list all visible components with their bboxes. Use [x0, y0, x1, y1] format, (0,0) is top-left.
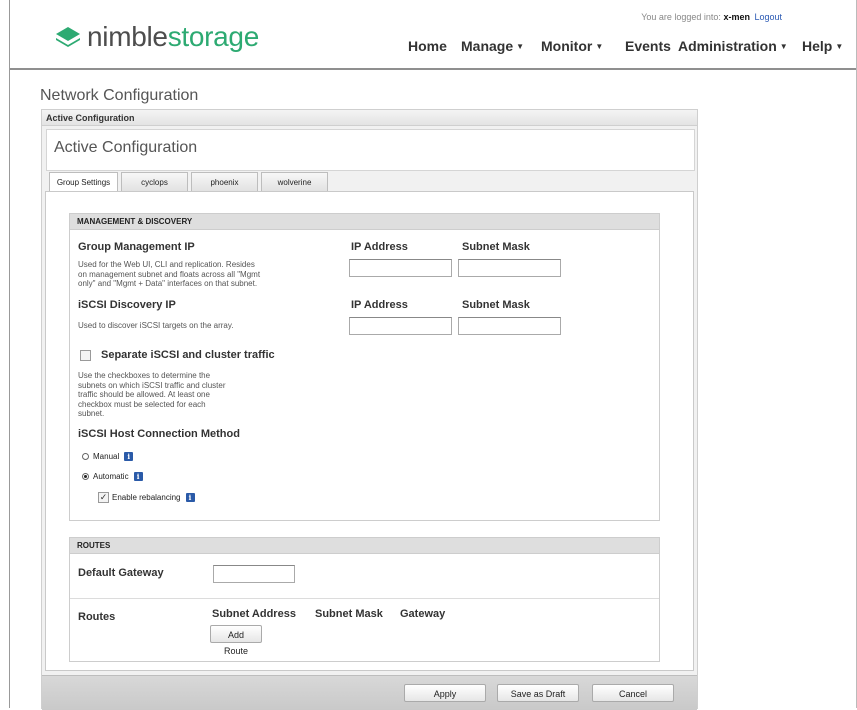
info-icon[interactable]: i [185, 493, 195, 502]
group-ip-address-input[interactable] [349, 259, 452, 277]
manual-option[interactable]: Manual i [82, 452, 134, 461]
iscsi-discovery-ip-label: iSCSI Discovery IP [78, 299, 176, 311]
nav-administration[interactable]: Administration ▼ [678, 38, 788, 54]
iscsi-ip-address-header: IP Address [351, 299, 408, 311]
nav-monitor-label: Monitor [541, 38, 593, 54]
main-nav: Home Manage ▼ Monitor ▼ Events Administrat… [10, 38, 856, 58]
group-subnet-mask-input[interactable] [458, 259, 561, 277]
group-management-ip-label: Group Management IP [78, 241, 195, 253]
management-discovery-section: MANAGEMENT & DISCOVERY Group Management … [69, 213, 660, 521]
separate-traffic-desc-line: subnets on which iSCSI traffic and clust… [78, 380, 226, 390]
login-prefix: You are logged into: [641, 12, 721, 22]
nav-events-label: Events [625, 38, 671, 54]
nav-administration-label: Administration [678, 38, 777, 54]
login-user: x-men [723, 12, 750, 22]
nav-home-label: Home [408, 38, 447, 54]
container-title-strip: Active Configuration [42, 110, 697, 126]
routes-label: Routes [78, 611, 116, 623]
enable-rebalancing-option[interactable]: ✓ Enable rebalancing i [98, 492, 195, 503]
nav-manage-label: Manage [461, 38, 514, 54]
routes-section: ROUTES Default Gateway Routes Subnet Add… [69, 537, 660, 662]
group-management-ip-desc-line: on management subnet and floats across a… [78, 269, 261, 279]
iscsi-subnet-mask-header: Subnet Mask [462, 299, 530, 311]
nav-manage[interactable]: Manage ▼ [461, 38, 524, 54]
panel-title: Active Configuration [54, 139, 198, 156]
action-bar: Apply Save as Draft Cancel [42, 675, 697, 710]
chevron-down-icon: ▼ [779, 42, 788, 51]
separate-traffic-desc-line: subnet. [78, 409, 105, 418]
iscsi-discovery-ip-description: Used to discover iSCSI targets on the ar… [78, 321, 234, 330]
window-frame-left [9, 0, 10, 708]
group-management-ip-description: Used for the Web UI, CLI and replication… [78, 260, 348, 289]
routes-heading: ROUTES [70, 538, 659, 554]
separate-traffic-label: Separate iSCSI and cluster traffic [101, 349, 275, 361]
group-management-ip-desc-line: Used for the Web UI, CLI and replication… [78, 260, 255, 269]
tab-cyclops[interactable]: cyclops [121, 172, 188, 191]
group-subnet-mask-header: Subnet Mask [462, 241, 530, 253]
enable-rebalancing-checkbox[interactable]: ✓ [98, 492, 109, 503]
separate-traffic-desc-line: Use the checkboxes to determine the [78, 371, 211, 380]
logout-link[interactable]: Logout [754, 12, 782, 22]
info-icon[interactable]: i [133, 472, 143, 481]
nav-help-label: Help [802, 38, 833, 54]
automatic-radio[interactable] [82, 473, 89, 480]
info-icon[interactable]: i [124, 452, 134, 461]
tab-wolverine[interactable]: wolverine [261, 172, 328, 191]
iscsi-subnet-mask-input[interactable] [458, 317, 561, 335]
separate-traffic-desc-line: traffic should be allowed. At least one [78, 390, 210, 399]
group-ip-address-header: IP Address [351, 241, 408, 253]
routes-gateway-header: Gateway [400, 608, 446, 620]
chevron-down-icon: ▼ [595, 42, 604, 51]
panel-header: Active Configuration [46, 129, 695, 171]
group-management-ip-desc-line: only" and "Mgmt + Data" interfaces on th… [78, 279, 258, 288]
chevron-down-icon: ▼ [835, 42, 844, 51]
save-as-draft-button[interactable]: Save as Draft [497, 684, 579, 702]
host-connection-method-label: iSCSI Host Connection Method [78, 428, 240, 440]
app-header: nimblestorage You are logged into: x-men… [10, 0, 856, 70]
iscsi-ip-address-input[interactable] [349, 317, 452, 335]
routes-divider [70, 598, 659, 599]
management-discovery-heading: MANAGEMENT & DISCOVERY [70, 214, 659, 230]
chevron-down-icon: ▼ [516, 42, 525, 51]
nav-home[interactable]: Home [408, 38, 447, 54]
apply-button[interactable]: Apply [404, 684, 486, 702]
default-gateway-label: Default Gateway [78, 567, 164, 579]
separate-traffic-description: Use the checkboxes to determine the subn… [78, 371, 298, 419]
separate-traffic-checkbox[interactable] [80, 349, 91, 361]
login-info: You are logged into: x-men Logout [641, 12, 782, 22]
nav-help[interactable]: Help ▼ [802, 38, 843, 54]
cancel-button[interactable]: Cancel [592, 684, 674, 702]
separate-traffic-desc-line: checkbox must be selected for each [78, 399, 206, 409]
manual-label: Manual [93, 452, 120, 461]
page-title: Network Configuration [40, 87, 199, 104]
automatic-label: Automatic [93, 472, 129, 481]
default-gateway-input[interactable] [213, 565, 295, 583]
separate-traffic-option[interactable]: Separate iSCSI and cluster traffic [80, 349, 275, 361]
routes-subnet-address-header: Subnet Address [212, 608, 296, 620]
nav-monitor[interactable]: Monitor ▼ [541, 38, 603, 54]
manual-radio[interactable] [82, 453, 89, 460]
routes-subnet-mask-header: Subnet Mask [315, 608, 383, 620]
nav-events[interactable]: Events [625, 38, 671, 54]
tab-group-settings[interactable]: Group Settings [49, 172, 118, 192]
tab-phoenix[interactable]: phoenix [191, 172, 258, 191]
enable-rebalancing-label: Enable rebalancing [112, 493, 181, 502]
automatic-option[interactable]: Automatic i [82, 472, 143, 481]
tab-content-group-settings: MANAGEMENT & DISCOVERY Group Management … [45, 191, 694, 671]
add-route-button[interactable]: Add Route [210, 625, 262, 656]
config-container: Active Configuration Active Configuratio… [41, 109, 698, 710]
